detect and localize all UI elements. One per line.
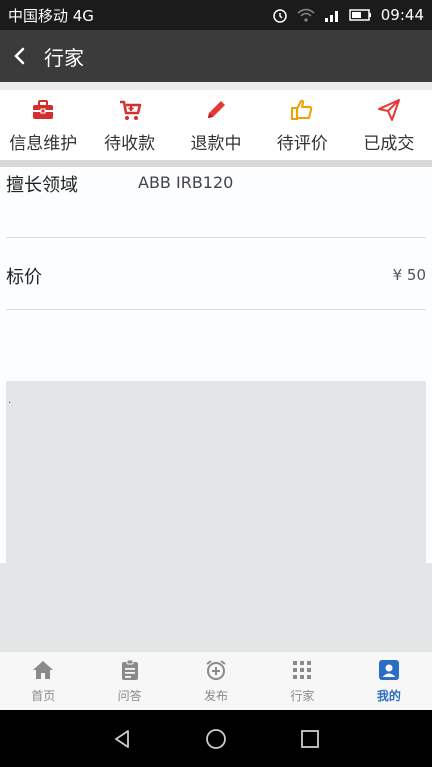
- price-value: ¥ 50: [392, 266, 426, 284]
- field-label: 擅长领域: [6, 175, 78, 196]
- briefcase-icon: [33, 99, 54, 119]
- field-value: ABB IRB120: [138, 173, 234, 192]
- cart-icon: [119, 100, 141, 120]
- price-label: 标价: [6, 267, 42, 288]
- action-label: 待评价: [276, 133, 328, 154]
- system-nav-bar: [0, 710, 432, 767]
- description-text: .: [8, 395, 12, 406]
- grid-icon: [293, 661, 312, 679]
- tab-label: 我的: [376, 689, 401, 703]
- page-title: 行家: [44, 45, 84, 70]
- tab-label: 发布: [204, 689, 229, 703]
- tab-publish[interactable]: 发布: [173, 652, 259, 710]
- profile-icon: [378, 660, 399, 680]
- bottom-tab-bar: 首页 问答 发布 行家 我的: [0, 651, 432, 710]
- carrier-label: 中国移动 4G: [8, 6, 94, 25]
- status-bar: 中国移动 4G 09:44: [0, 0, 432, 30]
- alarm-add-icon: [206, 660, 226, 680]
- completed-button[interactable]: 已成交: [346, 90, 432, 160]
- expert-detail: 擅长领域 ABB IRB120 标价 ¥ 50 .: [0, 167, 432, 651]
- home-icon: [33, 661, 54, 679]
- signal-icon: [323, 7, 341, 23]
- action-label: 已成交: [363, 133, 415, 154]
- price-row: 标价 ¥ 50: [6, 238, 426, 310]
- tab-home[interactable]: 首页: [0, 652, 86, 710]
- pending-review-button[interactable]: 待评价: [259, 90, 345, 160]
- tab-label: 行家: [290, 689, 315, 703]
- back-button[interactable]: [0, 30, 40, 82]
- pencil-icon: [208, 100, 226, 118]
- tab-experts[interactable]: 行家: [259, 652, 345, 710]
- divider: [0, 82, 432, 90]
- empty-area: [0, 563, 432, 651]
- action-label: 退款中: [190, 133, 242, 154]
- battery-icon: [349, 7, 373, 23]
- refunding-button[interactable]: 退款中: [173, 90, 259, 160]
- action-label: 信息维护: [9, 133, 78, 154]
- action-label: 待收款: [104, 133, 156, 154]
- pending-payment-button[interactable]: 待收款: [86, 90, 172, 160]
- nav-recents-icon[interactable]: [299, 728, 321, 750]
- tab-mine[interactable]: 我的: [346, 652, 432, 710]
- chevron-left-icon: [14, 47, 25, 65]
- thumbs-up-icon: [291, 99, 313, 120]
- clock-label: 09:44: [380, 6, 424, 24]
- alarm-icon: [271, 7, 289, 23]
- tab-qa[interactable]: 问答: [86, 652, 172, 710]
- order-actions: 信息维护 待收款 退款中 待评价 已成交: [0, 90, 432, 160]
- wifi-icon: [297, 7, 315, 23]
- nav-home-icon[interactable]: [205, 728, 227, 750]
- nav-back-icon[interactable]: [111, 728, 133, 750]
- tab-label: 首页: [31, 689, 56, 703]
- app-header: 行家: [0, 30, 432, 82]
- clipboard-icon: [121, 659, 138, 680]
- description-box: .: [6, 381, 426, 563]
- tab-label: 问答: [117, 689, 142, 703]
- info-maintenance-button[interactable]: 信息维护: [0, 90, 86, 160]
- paper-plane-icon: [377, 98, 400, 121]
- field-row: 擅长领域 ABB IRB120: [6, 167, 426, 238]
- divider: [0, 160, 432, 167]
